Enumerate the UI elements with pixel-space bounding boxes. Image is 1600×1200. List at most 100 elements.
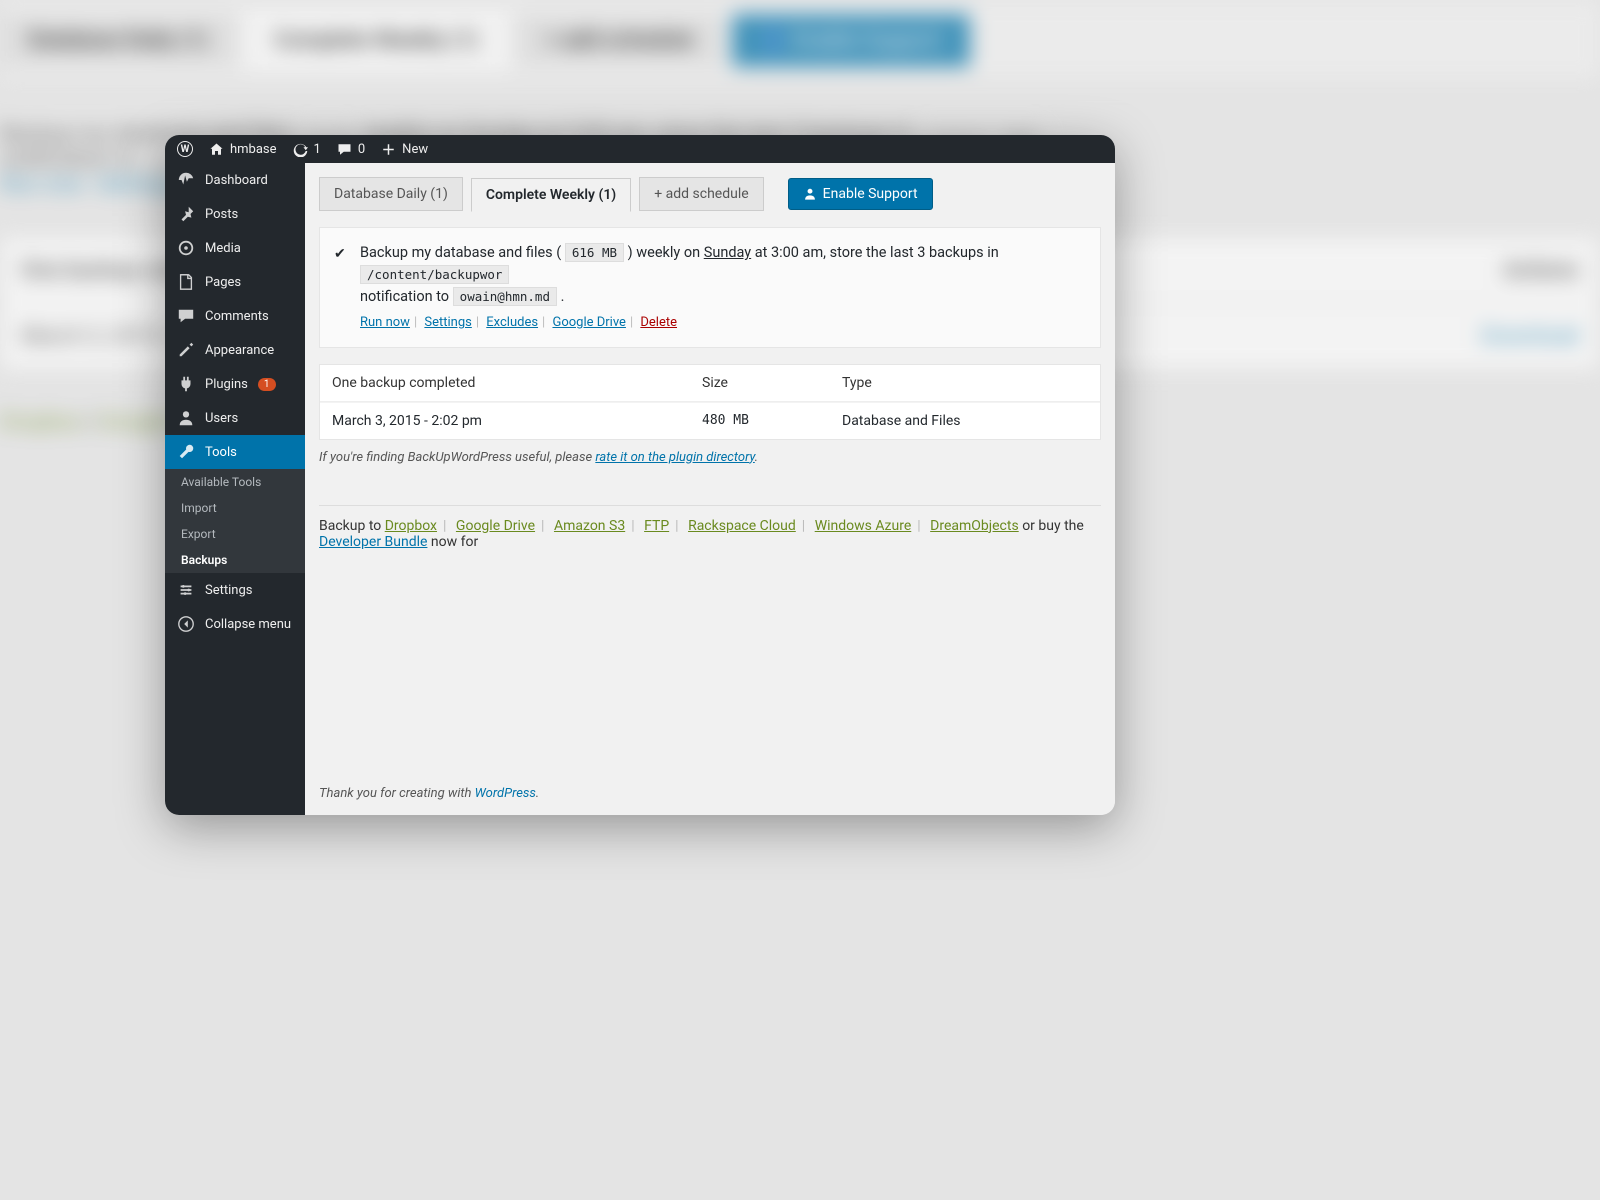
sidebar-sub-backups[interactable]: Backups: [165, 547, 305, 573]
tools-icon: [177, 443, 195, 461]
bg-tab: + add schedule: [517, 14, 722, 67]
tab-database-daily[interactable]: Database Daily (1): [319, 177, 463, 211]
run-now-link[interactable]: Run now: [360, 315, 410, 330]
th-type: Type: [830, 365, 1100, 401]
destinations-row: Backup to Dropbox| Google Drive| Amazon …: [305, 518, 1115, 550]
sidebar-item-comments[interactable]: Comments: [165, 299, 305, 333]
sidebar-item-media[interactable]: Media: [165, 231, 305, 265]
comment-icon: [337, 142, 352, 157]
schedule-summary: ✔ Backup my database and files ( 616 MB …: [319, 227, 1101, 348]
site-name-label: hmbase: [230, 142, 277, 157]
developer-bundle-link[interactable]: Developer Bundle: [319, 534, 427, 550]
dest-prefix: Backup to: [319, 518, 385, 534]
plus-icon: [381, 142, 396, 157]
schedule-text: at 3:00 am, store the last 3 backups in: [751, 244, 999, 261]
schedule-text: ) weekly on: [628, 244, 704, 261]
dest-rackspace[interactable]: Rackspace Cloud: [688, 518, 796, 534]
table-row: March 3, 2015 - 2:02 pm 480 MB Database …: [320, 402, 1100, 439]
user-icon: [177, 409, 195, 427]
site-name[interactable]: hmbase: [209, 142, 277, 157]
sidebar-label: Posts: [205, 207, 238, 222]
collapse-icon: [177, 615, 195, 633]
schedule-text: notification to: [360, 288, 453, 305]
footer-text: Thank you for creating with: [319, 786, 475, 801]
sidebar-sub-available[interactable]: Available Tools: [165, 469, 305, 495]
sidebar-item-pages[interactable]: Pages: [165, 265, 305, 299]
sidebar-label: Collapse menu: [205, 617, 291, 632]
sidebar-label: Tools: [205, 445, 237, 460]
table-header: One backup completed Size Type: [320, 365, 1100, 402]
th-size: Size: [690, 365, 830, 401]
plugin-icon: [177, 375, 195, 393]
sidebar-item-posts[interactable]: Posts: [165, 197, 305, 231]
user-icon: [803, 187, 817, 201]
sidebar-item-appearance[interactable]: Appearance: [165, 333, 305, 367]
dest-azure[interactable]: Windows Azure: [815, 518, 912, 534]
sidebar-submenu-tools: Available Tools Import Export Backups: [165, 469, 305, 573]
dest-s3[interactable]: Amazon S3: [554, 518, 625, 534]
admin-bar: W hmbase 1 0 New: [165, 135, 1115, 163]
sidebar-label: Comments: [205, 309, 269, 324]
sidebar-item-dashboard[interactable]: Dashboard: [165, 163, 305, 197]
sidebar-collapse[interactable]: Collapse menu: [165, 607, 305, 641]
updates[interactable]: 1: [293, 142, 321, 157]
sidebar-label: Dashboard: [205, 173, 268, 188]
tab-complete-weekly[interactable]: Complete Weekly (1): [471, 178, 631, 212]
bg-tab: Complete Weekly (1): [246, 14, 507, 67]
schedule-path: /content/backupwor: [360, 265, 509, 284]
dest-dropbox[interactable]: Dropbox: [385, 518, 437, 534]
sidebar-item-users[interactable]: Users: [165, 401, 305, 435]
pin-icon: [177, 205, 195, 223]
updates-count: 1: [314, 142, 321, 157]
sidebar-label: Media: [205, 241, 241, 256]
comments[interactable]: 0: [337, 142, 365, 157]
new-content[interactable]: New: [381, 142, 428, 157]
rate-text: If you're finding BackUpWordPress useful…: [319, 450, 595, 465]
rate-link[interactable]: rate it on the plugin directory: [595, 450, 754, 465]
comments-count: 0: [358, 142, 365, 157]
schedule-email: owain@hmn.md: [453, 287, 557, 306]
admin-sidebar: Dashboard Posts Media Pages Comments App…: [165, 163, 305, 815]
wp-logo[interactable]: W: [177, 141, 193, 157]
gdrive-link[interactable]: Google Drive: [552, 315, 625, 330]
dest-ftp[interactable]: FTP: [644, 518, 669, 534]
update-icon: [293, 142, 308, 157]
button-label: Enable Support: [823, 186, 918, 202]
schedule-text: Backup my database and files (: [360, 244, 561, 261]
dest-gdrive[interactable]: Google Drive: [456, 518, 535, 534]
dest-dreamobjects[interactable]: DreamObjects: [930, 518, 1019, 534]
wp-admin-window: W hmbase 1 0 New Dashboard Posts Media P…: [165, 135, 1115, 815]
bg-tab: Database Daily (1): [0, 14, 236, 67]
wordpress-icon: W: [177, 141, 193, 157]
media-icon: [177, 239, 195, 257]
cell-size: 480 MB: [702, 413, 842, 429]
footer-text: .: [536, 786, 539, 801]
wordpress-link[interactable]: WordPress: [475, 786, 536, 801]
sidebar-sub-import[interactable]: Import: [165, 495, 305, 521]
dest-text: or buy the: [1022, 518, 1084, 534]
schedule-text: .: [561, 288, 565, 305]
sidebar-item-tools[interactable]: Tools: [165, 435, 305, 469]
sidebar-label: Pages: [205, 275, 241, 290]
divider: [319, 505, 1101, 506]
settings-link[interactable]: Settings: [424, 315, 471, 330]
excludes-link[interactable]: Excludes: [486, 315, 538, 330]
delete-link[interactable]: Delete: [640, 315, 677, 330]
rate-prompt: If you're finding BackUpWordPress useful…: [305, 440, 1115, 475]
schedule-actions: Run now| Settings| Excludes| Google Driv…: [360, 313, 1082, 333]
sidebar-item-settings[interactable]: Settings: [165, 573, 305, 607]
th-completed: One backup completed: [320, 365, 690, 401]
sidebar-label: Appearance: [205, 343, 274, 358]
enable-support-button[interactable]: Enable Support: [788, 178, 933, 210]
backups-table: One backup completed Size Type March 3, …: [319, 364, 1101, 440]
sidebar-sub-export[interactable]: Export: [165, 521, 305, 547]
schedule-size: 616 MB: [565, 243, 624, 262]
rate-text: .: [755, 450, 758, 465]
schedule-tabs: Database Daily (1) Complete Weekly (1) +…: [305, 163, 1115, 211]
cell-date: March 3, 2015 - 2:02 pm: [332, 413, 702, 429]
sidebar-item-plugins[interactable]: Plugins1: [165, 367, 305, 401]
tab-add-schedule[interactable]: + add schedule: [639, 177, 763, 211]
dest-text: now for: [431, 534, 478, 550]
home-icon: [209, 142, 224, 157]
plugins-badge: 1: [258, 378, 276, 391]
